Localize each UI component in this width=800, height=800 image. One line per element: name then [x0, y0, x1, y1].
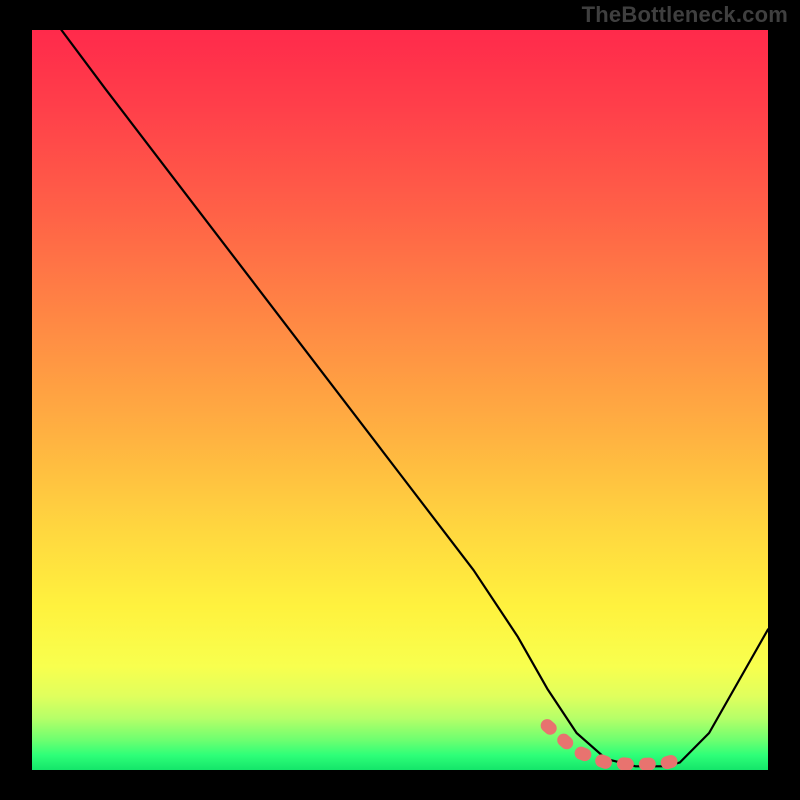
bottleneck-curve [61, 30, 768, 766]
chart-overlay [32, 30, 768, 770]
chart-frame: TheBottleneck.com [0, 0, 800, 800]
watermark-text: TheBottleneck.com [582, 2, 788, 28]
optimal-zone-highlight [547, 726, 680, 765]
